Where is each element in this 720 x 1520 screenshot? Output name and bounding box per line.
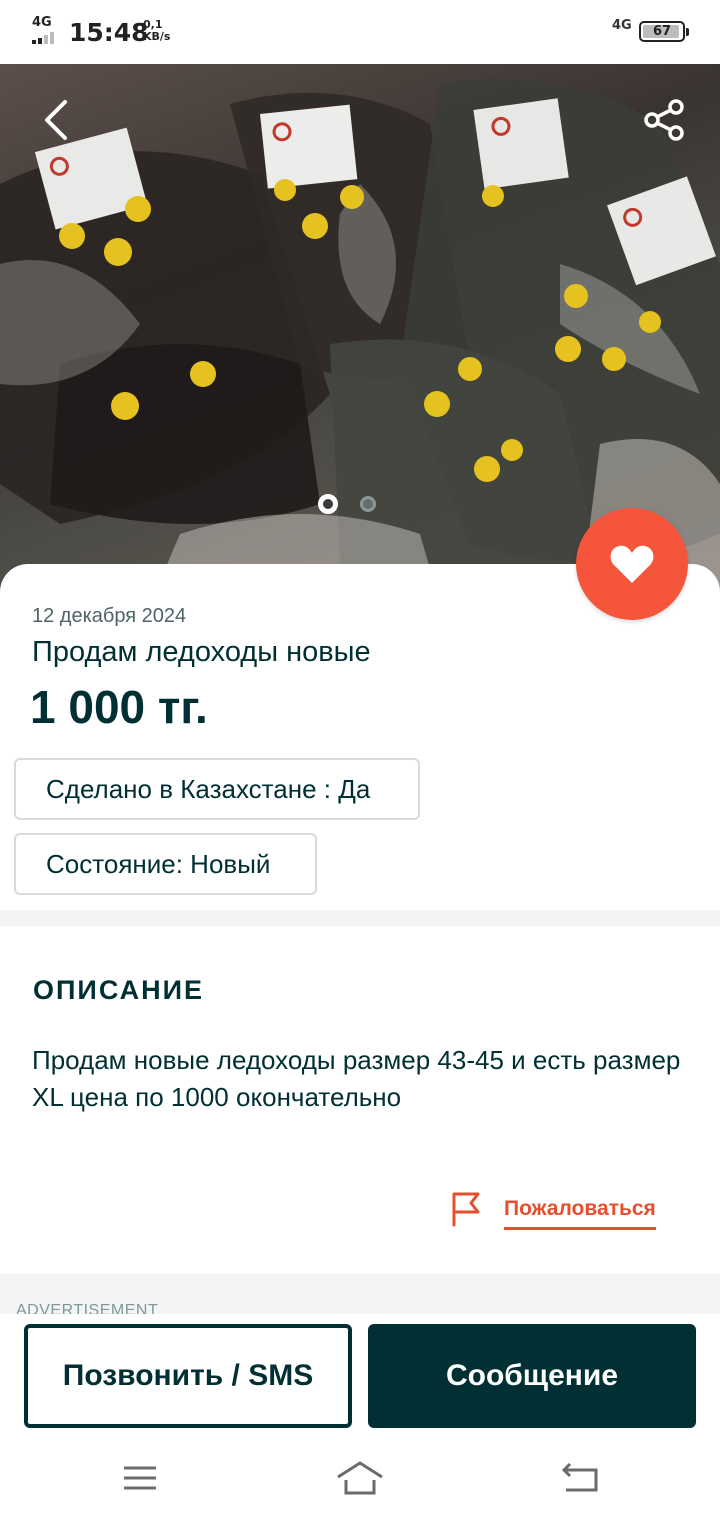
network-speed: 0,1 KB/s [143,18,171,43]
flag-icon [452,1192,480,1227]
clock: 15:48 [69,18,149,47]
call-sms-button[interactable]: Позвонить / SMS [24,1324,352,1428]
listing-date: 12 декабря 2024 [32,605,187,627]
battery-icon: 67 [639,21,689,42]
param-chip-made-in: Сделано в Казахстане : Да [14,758,420,820]
message-button[interactable]: Сообщение [368,1324,696,1428]
report-button[interactable]: Пожаловаться [450,1186,656,1232]
description-text: Продам новые ледоходы размер 43-45 и ест… [32,1045,681,1112]
signal-icon [32,32,62,44]
description-heading: ОПИСАНИЕ [33,975,205,1005]
menu-icon [124,1466,156,1490]
status-bar: 4G 15:48 0,1 KB/s 4G 67 [0,0,720,64]
gallery-pagination [318,494,376,516]
pagination-dot-active[interactable] [318,494,338,514]
param-chip-label: Состояние: Новый [46,848,271,879]
share-icon [644,99,684,141]
param-chip-label: Сделано в Казахстане : Да [46,773,371,804]
share-button[interactable] [638,96,690,144]
return-icon [561,1462,598,1492]
nav-home-button[interactable] [330,1452,390,1504]
pagination-dot[interactable] [360,496,376,512]
back-button[interactable] [34,96,78,144]
network-type-right: 4G [612,18,632,33]
nav-menu-button[interactable] [110,1452,170,1504]
home-icon [337,1461,383,1495]
back-arrow-icon [45,100,67,140]
heart-icon [610,545,654,583]
favorite-button[interactable] [576,508,688,620]
listing-title: Продам ледоходы новые [32,636,371,668]
section-divider [0,910,720,926]
nav-back-button[interactable] [550,1452,610,1504]
param-chip-condition: Состояние: Новый [14,833,317,895]
battery-level: 67 [652,24,672,39]
listing-price: 1 000 тг. [30,681,208,733]
network-type-left: 4G [32,15,52,30]
report-label[interactable]: Пожаловаться [504,1189,656,1230]
